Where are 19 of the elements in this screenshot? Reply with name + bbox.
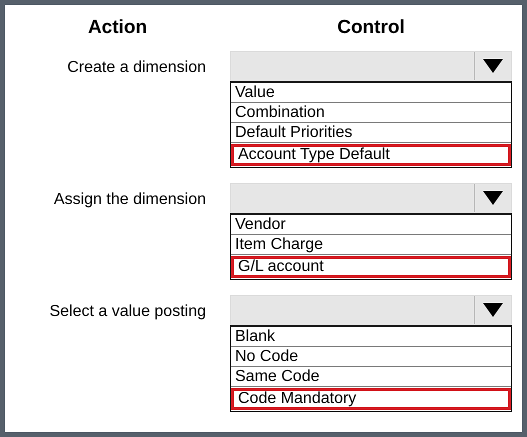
dropdown-option[interactable]: No Code [231, 347, 511, 367]
action-label: Assign the dimension [52, 190, 207, 210]
dropdown-option[interactable]: Same Code [231, 367, 511, 387]
action-label: Create a dimension [66, 58, 207, 78]
dropdown-option[interactable]: Combination [231, 103, 511, 123]
column-header: Action [86, 17, 148, 39]
dropdown-arrow-icon[interactable] [483, 303, 503, 317]
dropdown-option[interactable]: Account Type Default [231, 144, 511, 166]
dropdown-option[interactable]: Default Priorities [231, 123, 511, 143]
dropdown-option[interactable]: G/L account [231, 256, 511, 278]
action-label: Select a value posting [48, 302, 207, 322]
dropdown-option[interactable]: Blank [231, 327, 511, 347]
dropdown-option[interactable]: Code Mandatory [231, 388, 511, 410]
dropdown-option[interactable]: Value [231, 83, 511, 103]
dropdown-arrow-icon[interactable] [483, 191, 503, 205]
dropdown-option[interactable]: Vendor [231, 215, 511, 235]
column-header: Control [336, 17, 406, 39]
dropdown-arrow-icon[interactable] [483, 59, 503, 73]
dropdown-option[interactable]: Item Charge [231, 235, 511, 255]
